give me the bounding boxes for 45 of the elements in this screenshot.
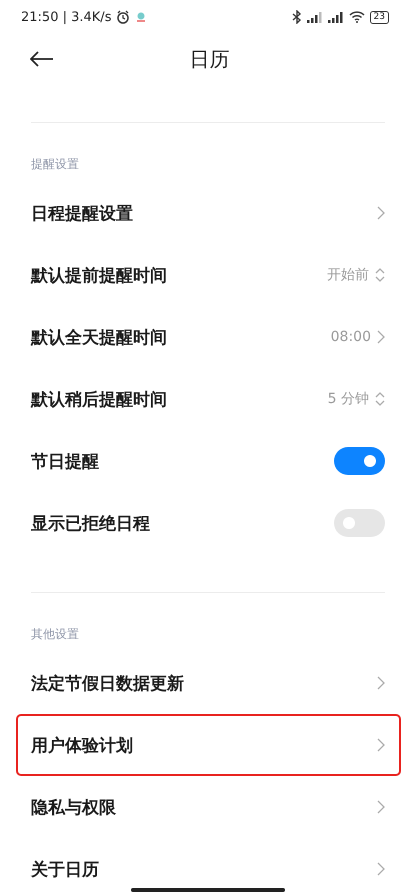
settings-row[interactable]: 节日提醒 <box>0 430 419 492</box>
toggle-switch[interactable] <box>334 509 385 537</box>
section-title: 提醒设置 <box>30 156 80 173</box>
up-down-icon <box>375 267 385 283</box>
settings-row[interactable]: 用户体验计划 <box>16 714 401 776</box>
settings-row[interactable]: 关于日历 <box>0 838 419 895</box>
row-label: 默认稍后提醒时间 <box>31 388 168 410</box>
chevron-icon <box>377 862 385 876</box>
up-down-icon <box>375 391 385 407</box>
chevron-icon <box>377 206 385 220</box>
chevron-icon <box>377 738 385 752</box>
page-title: 日历 <box>190 46 230 72</box>
toggle-switch[interactable] <box>334 447 385 475</box>
settings-row[interactable]: 显示已拒绝日程 <box>0 492 419 554</box>
row-label: 隐私与权限 <box>31 796 117 818</box>
settings-row[interactable]: 默认全天提醒时间 08:00 <box>0 306 419 368</box>
row-label: 显示已拒绝日程 <box>31 512 151 534</box>
bluetooth-icon <box>292 10 302 24</box>
settings-row[interactable]: 默认稍后提醒时间 5 分钟 <box>0 368 419 430</box>
row-value: 08:00 <box>330 329 371 345</box>
row-label: 节日提醒 <box>31 450 100 472</box>
row-value: 5 分钟 <box>328 390 369 408</box>
settings-row[interactable]: 法定节假日数据更新 <box>0 652 419 714</box>
settings-row[interactable]: 日程提醒设置 <box>0 182 419 244</box>
alarm-icon <box>116 10 130 24</box>
row-label: 日程提醒设置 <box>31 202 134 224</box>
row-label: 法定节假日数据更新 <box>31 672 185 694</box>
row-label: 默认全天提醒时间 <box>31 326 168 348</box>
signal-icon <box>328 11 344 23</box>
section-title: 其他设置 <box>30 626 80 643</box>
row-label: 用户体验计划 <box>31 734 134 756</box>
row-label: 默认提前提醒时间 <box>31 264 168 286</box>
signal-icon <box>306 11 323 23</box>
chevron-icon <box>377 800 385 814</box>
wifi-icon <box>348 11 365 23</box>
app-notification-icon <box>135 11 148 23</box>
settings-row[interactable]: 默认提前提醒时间 开始前 <box>0 244 419 306</box>
chevron-icon <box>377 676 385 690</box>
status-time: 21:50 | 3.4K/s <box>21 10 112 24</box>
row-label: 关于日历 <box>31 858 100 880</box>
back-icon[interactable] <box>30 51 54 67</box>
row-value: 开始前 <box>327 266 369 284</box>
chevron-icon <box>377 330 385 344</box>
battery-level: 23 <box>370 10 389 24</box>
settings-row[interactable]: 隐私与权限 <box>0 776 419 838</box>
